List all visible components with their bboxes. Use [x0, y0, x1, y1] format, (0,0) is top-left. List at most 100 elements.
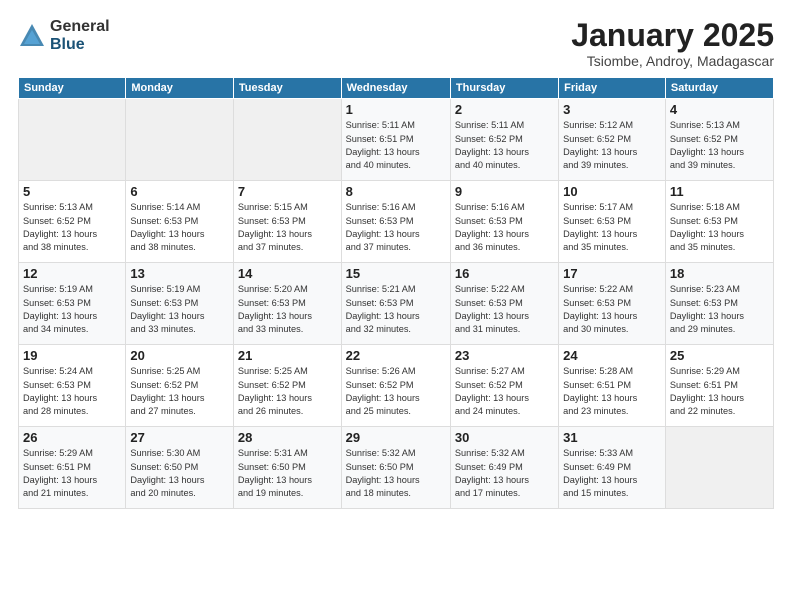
table-cell: 6 Sunrise: 5:14 AM Sunset: 6:53 PM Daylig… [126, 181, 234, 263]
col-saturday: Saturday [665, 78, 773, 99]
table-cell: 26Sunrise: 5:29 AM Sunset: 6:51 PM Dayli… [19, 427, 126, 509]
logo-icon [18, 22, 46, 50]
day-number: 8 [346, 184, 446, 199]
table-cell: 22 Sunrise: 5:26 AM Sunset: 6:52 PM Dayli… [341, 345, 450, 427]
day-info: Sunrise: 5:33 AM Sunset: 6:49 PM Dayligh… [563, 447, 661, 500]
day-info: Sunrise: 5:18 AM Sunset: 6:53 PM Dayligh… [670, 201, 769, 254]
table-cell: 2 Sunrise: 5:11 AM Sunset: 6:52 PM Daylig… [450, 99, 558, 181]
table-cell: 24 Sunrise: 5:28 AM Sunset: 6:51 PM Dayli… [559, 345, 666, 427]
table-cell: 4 Sunrise: 5:13 AM Sunset: 6:52 PM Daylig… [665, 99, 773, 181]
day-number: 27 [130, 430, 229, 445]
day-info: Sunrise: 5:22 AM Sunset: 6:53 PM Dayligh… [563, 283, 661, 336]
table-cell: 28Sunrise: 5:31 AM Sunset: 6:50 PM Dayli… [233, 427, 341, 509]
day-info: Sunrise: 5:28 AM Sunset: 6:51 PM Dayligh… [563, 365, 661, 418]
day-info: Sunrise: 5:17 AM Sunset: 6:53 PM Dayligh… [563, 201, 661, 254]
day-number: 1 [346, 102, 446, 117]
day-info: Sunrise: 5:29 AM Sunset: 6:51 PM Dayligh… [23, 447, 121, 500]
title-block: January 2025 Tsiombe, Androy, Madagascar [571, 18, 774, 69]
day-number: 3 [563, 102, 661, 117]
day-info: Sunrise: 5:30 AM Sunset: 6:50 PM Dayligh… [130, 447, 229, 500]
day-info: Sunrise: 5:22 AM Sunset: 6:53 PM Dayligh… [455, 283, 554, 336]
day-number: 6 [130, 184, 229, 199]
col-wednesday: Wednesday [341, 78, 450, 99]
table-cell: 8 Sunrise: 5:16 AM Sunset: 6:53 PM Daylig… [341, 181, 450, 263]
calendar-body: 1 Sunrise: 5:11 AM Sunset: 6:51 PM Daylig… [19, 99, 774, 509]
week-row-4: 19 Sunrise: 5:24 AM Sunset: 6:53 PM Dayli… [19, 345, 774, 427]
day-info: Sunrise: 5:26 AM Sunset: 6:52 PM Dayligh… [346, 365, 446, 418]
day-number: 15 [346, 266, 446, 281]
day-number: 17 [563, 266, 661, 281]
day-number: 20 [130, 348, 229, 363]
day-number: 19 [23, 348, 121, 363]
table-cell: 1 Sunrise: 5:11 AM Sunset: 6:51 PM Daylig… [341, 99, 450, 181]
day-number: 12 [23, 266, 121, 281]
table-cell: 16Sunrise: 5:22 AM Sunset: 6:53 PM Dayli… [450, 263, 558, 345]
day-number: 24 [563, 348, 661, 363]
day-info: Sunrise: 5:27 AM Sunset: 6:52 PM Dayligh… [455, 365, 554, 418]
table-cell: 5Sunrise: 5:13 AM Sunset: 6:52 PM Daylig… [19, 181, 126, 263]
table-cell: 12 Sunrise: 5:19 AM Sunset: 6:53 PM Dayli… [19, 263, 126, 345]
table-cell: 18 Sunrise: 5:23 AM Sunset: 6:53 PM Dayli… [665, 263, 773, 345]
table-cell: 14Sunrise: 5:20 AM Sunset: 6:53 PM Dayli… [233, 263, 341, 345]
day-number: 2 [455, 102, 554, 117]
table-cell: 15 Sunrise: 5:21 AM Sunset: 6:53 PM Dayli… [341, 263, 450, 345]
day-number: 10 [563, 184, 661, 199]
day-info: Sunrise: 5:16 AM Sunset: 6:53 PM Dayligh… [346, 201, 446, 254]
day-info: Sunrise: 5:15 AM Sunset: 6:53 PM Dayligh… [238, 201, 337, 254]
week-row-3: 12 Sunrise: 5:19 AM Sunset: 6:53 PM Dayli… [19, 263, 774, 345]
day-info: Sunrise: 5:14 AM Sunset: 6:53 PM Dayligh… [130, 201, 229, 254]
calendar-header: Sunday Monday Tuesday Wednesday Thursday… [19, 78, 774, 99]
table-cell: 20Sunrise: 5:25 AM Sunset: 6:52 PM Dayli… [126, 345, 234, 427]
day-number: 13 [130, 266, 229, 281]
day-info: Sunrise: 5:24 AM Sunset: 6:53 PM Dayligh… [23, 365, 121, 418]
table-cell: 21 Sunrise: 5:25 AM Sunset: 6:52 PM Dayli… [233, 345, 341, 427]
table-cell: 31 Sunrise: 5:33 AM Sunset: 6:49 PM Dayli… [559, 427, 666, 509]
table-cell [233, 99, 341, 181]
table-cell: 11 Sunrise: 5:18 AM Sunset: 6:53 PM Dayli… [665, 181, 773, 263]
day-info: Sunrise: 5:19 AM Sunset: 6:53 PM Dayligh… [23, 283, 121, 336]
day-number: 23 [455, 348, 554, 363]
day-number: 30 [455, 430, 554, 445]
day-number: 22 [346, 348, 446, 363]
table-cell [126, 99, 234, 181]
day-number: 4 [670, 102, 769, 117]
day-number: 31 [563, 430, 661, 445]
logo-blue: Blue [50, 36, 110, 54]
day-info: Sunrise: 5:16 AM Sunset: 6:53 PM Dayligh… [455, 201, 554, 254]
page: General Blue January 2025 Tsiombe, Andro… [0, 0, 792, 612]
col-thursday: Thursday [450, 78, 558, 99]
day-info: Sunrise: 5:29 AM Sunset: 6:51 PM Dayligh… [670, 365, 769, 418]
month-title: January 2025 [571, 18, 774, 53]
day-number: 9 [455, 184, 554, 199]
col-monday: Monday [126, 78, 234, 99]
table-cell: 13 Sunrise: 5:19 AM Sunset: 6:53 PM Dayli… [126, 263, 234, 345]
day-info: Sunrise: 5:13 AM Sunset: 6:52 PM Dayligh… [23, 201, 121, 254]
day-info: Sunrise: 5:25 AM Sunset: 6:52 PM Dayligh… [238, 365, 337, 418]
table-cell: 19 Sunrise: 5:24 AM Sunset: 6:53 PM Dayli… [19, 345, 126, 427]
day-info: Sunrise: 5:11 AM Sunset: 6:51 PM Dayligh… [346, 119, 446, 172]
day-info: Sunrise: 5:21 AM Sunset: 6:53 PM Dayligh… [346, 283, 446, 336]
day-info: Sunrise: 5:32 AM Sunset: 6:49 PM Dayligh… [455, 447, 554, 500]
day-info: Sunrise: 5:32 AM Sunset: 6:50 PM Dayligh… [346, 447, 446, 500]
week-row-1: 1 Sunrise: 5:11 AM Sunset: 6:51 PM Daylig… [19, 99, 774, 181]
table-cell: 17 Sunrise: 5:22 AM Sunset: 6:53 PM Dayli… [559, 263, 666, 345]
logo-text: General Blue [50, 18, 110, 53]
table-cell: 29Sunrise: 5:32 AM Sunset: 6:50 PM Dayli… [341, 427, 450, 509]
week-row-2: 5Sunrise: 5:13 AM Sunset: 6:52 PM Daylig… [19, 181, 774, 263]
day-number: 18 [670, 266, 769, 281]
week-row-5: 26Sunrise: 5:29 AM Sunset: 6:51 PM Dayli… [19, 427, 774, 509]
table-cell: 7 Sunrise: 5:15 AM Sunset: 6:53 PM Daylig… [233, 181, 341, 263]
day-info: Sunrise: 5:11 AM Sunset: 6:52 PM Dayligh… [455, 119, 554, 172]
col-friday: Friday [559, 78, 666, 99]
day-number: 7 [238, 184, 337, 199]
day-info: Sunrise: 5:31 AM Sunset: 6:50 PM Dayligh… [238, 447, 337, 500]
day-info: Sunrise: 5:23 AM Sunset: 6:53 PM Dayligh… [670, 283, 769, 336]
table-cell: 3Sunrise: 5:12 AM Sunset: 6:52 PM Daylig… [559, 99, 666, 181]
day-number: 11 [670, 184, 769, 199]
day-number: 14 [238, 266, 337, 281]
day-info: Sunrise: 5:13 AM Sunset: 6:52 PM Dayligh… [670, 119, 769, 172]
day-number: 21 [238, 348, 337, 363]
logo-general: General [50, 18, 110, 36]
day-info: Sunrise: 5:19 AM Sunset: 6:53 PM Dayligh… [130, 283, 229, 336]
table-cell: 10 Sunrise: 5:17 AM Sunset: 6:53 PM Dayli… [559, 181, 666, 263]
